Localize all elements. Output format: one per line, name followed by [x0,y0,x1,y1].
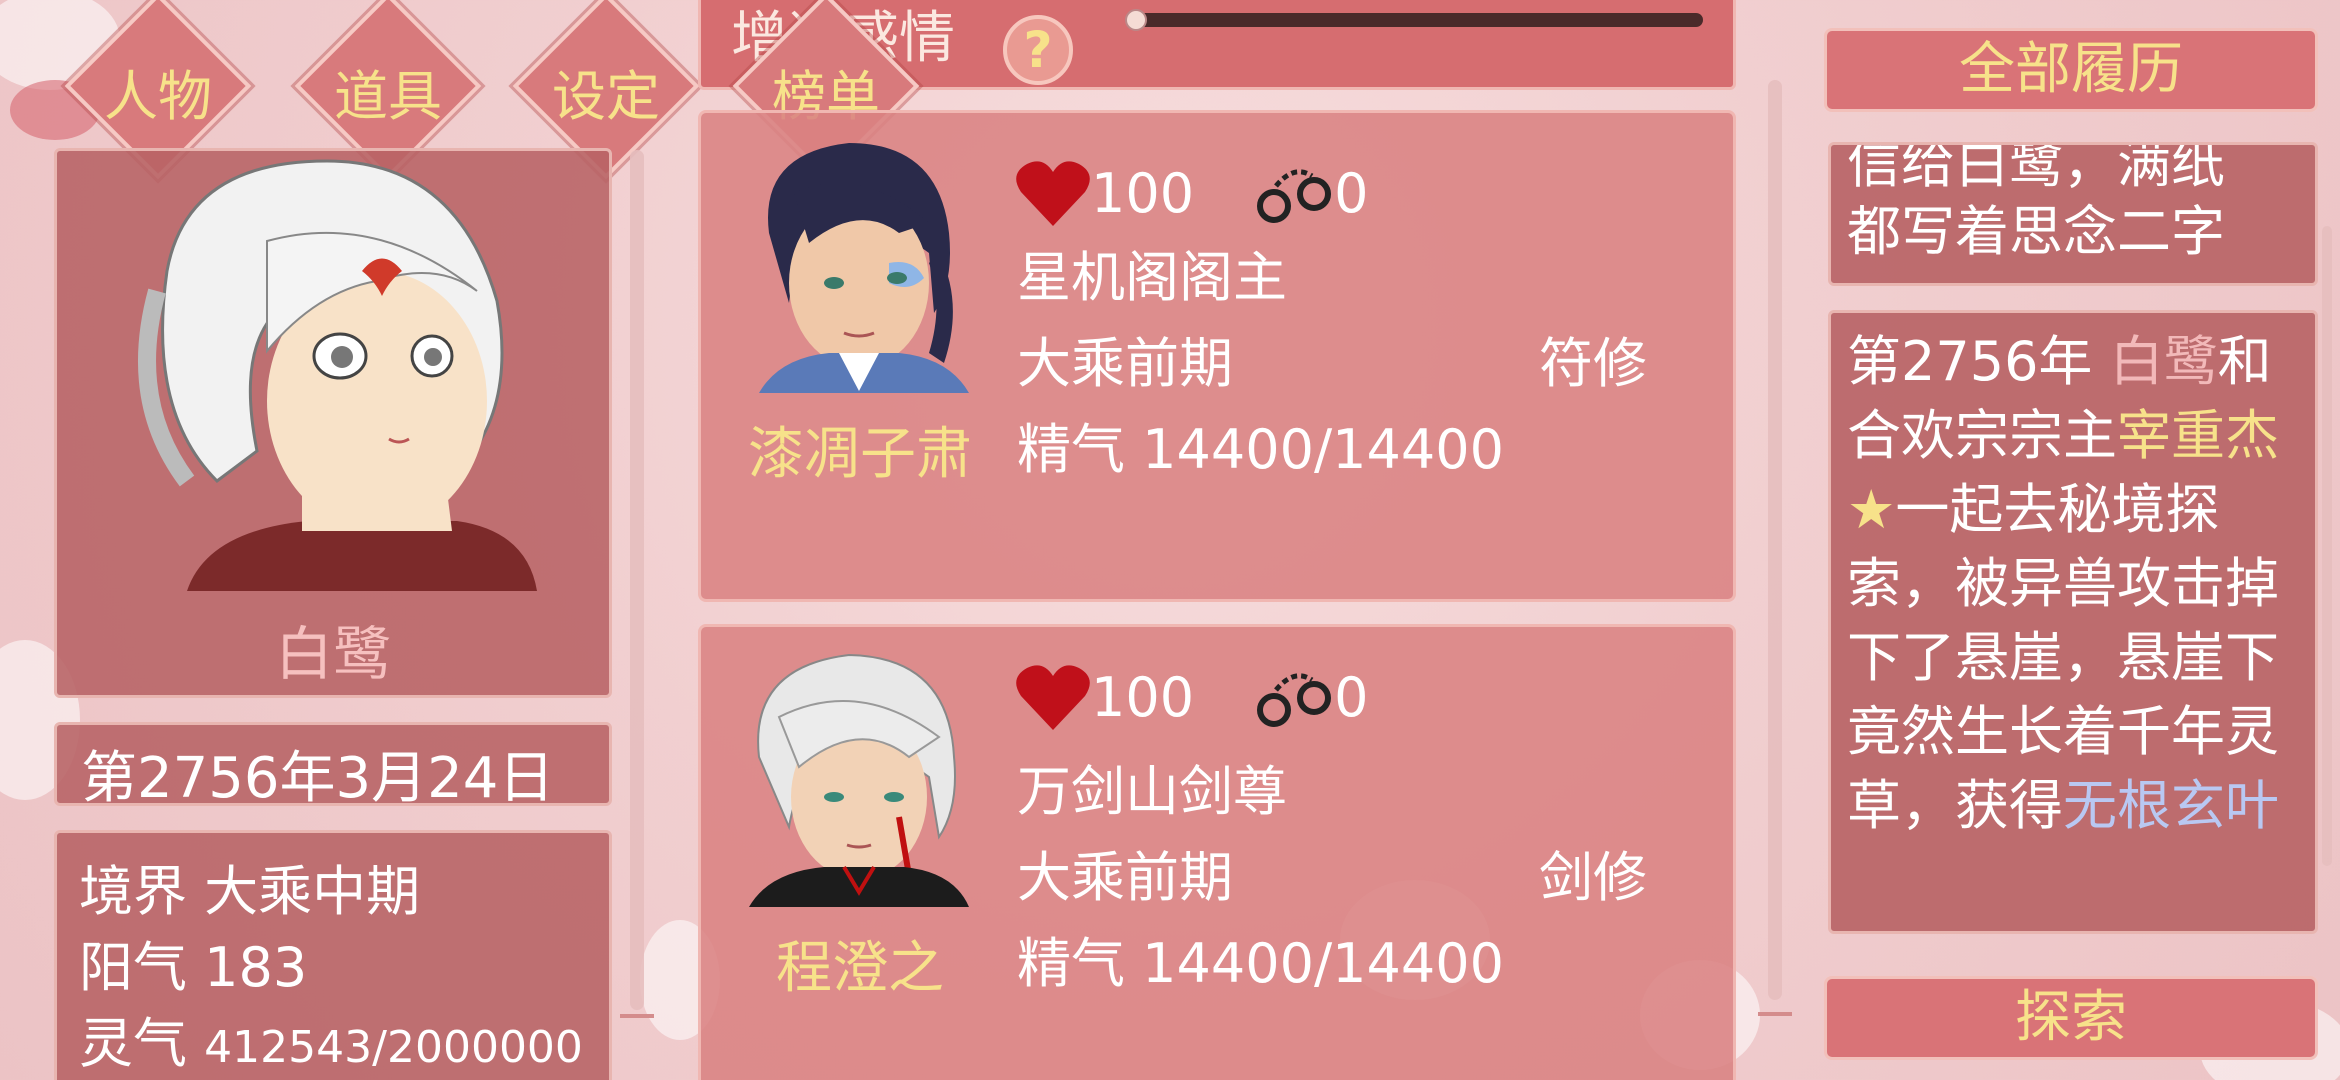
essence-label: 精气 [1017,932,1125,995]
realm-value: 大乘中期 [204,860,421,923]
yang-stat: 阳气 183 [79,923,307,1002]
center-scrollbar-cap-bottom [1758,1012,1792,1016]
essence-value: 14400/14400 [1142,418,1504,481]
menu-settings-label: 设定 [552,65,660,128]
yang-label: 阳气 [79,936,187,999]
menu-items-label: 道具 [334,65,442,128]
affection-progress-knob[interactable] [1125,9,1147,31]
log-entry: 第2756年 白鹭和合欢宗宗主宰重杰★一起去秘境探索，被异兽攻击掉下了悬崖，悬崖… [1828,310,2318,934]
game-date: 第2756年3月24日 [81,746,555,811]
character-portrait [749,653,969,907]
shackle-icon [1257,169,1332,223]
character-realm: 大乘前期 [1017,332,1233,395]
character-card[interactable]: 程澄之 100 0 万剑山剑尊 大乘前期 剑修 精气 14400/14400 [698,624,1736,1080]
log-item-name: 无根玄叶 [2063,774,2279,837]
player-portrait [138,159,537,591]
log-text: 第2756年 [1847,330,2110,393]
log-entry-line: 都写着思念二字 [1847,200,2225,263]
log-entry: 信给白鹭，满纸 都写着思念二字 [1828,142,2318,286]
essence-value: 14400/14400 [1142,932,1504,995]
character-title: 万剑山剑尊 [1017,760,1287,823]
essence-label: 精气 [1017,418,1125,481]
all-history-button[interactable]: 全部履历 [1824,28,2318,112]
left-scrollbar-cap-bottom [620,1014,654,1018]
character-essence: 精气 14400/14400 [1017,919,1504,998]
menu-characters-label: 人物 [104,65,212,128]
heart-value: 100 [1091,161,1195,225]
affinity-row: 100 0 [1015,153,1368,233]
realm-stat: 境界 大乘中期 [79,847,420,926]
character-realm: 大乘前期 [1017,846,1233,909]
player-stats-panel: 境界 大乘中期 阳气 183 灵气 412543/2000000 [54,830,612,1080]
heart-icon [1016,161,1090,226]
log-entry-text: 第2756年 白鹭和合欢宗宗主宰重杰★一起去秘境探索，被异兽攻击掉下了悬崖，悬崖… [1847,325,2303,843]
right-scrollbar[interactable] [2322,226,2332,866]
character-cultivation: 剑修 [1539,846,1647,909]
character-card[interactable]: 漆凋子肃 100 0 星机阁阁主 大乘前期 符修 精气 14400/14400 [698,110,1736,602]
log-entry-line: 信给白鹭，满纸 [1847,142,2225,195]
shackle-icon [1257,673,1332,727]
yang-value: 183 [204,936,308,999]
shackle-value: 0 [1334,665,1369,729]
center-scrollbar[interactable] [1768,80,1782,1000]
affinity-row: 100 0 [1015,657,1368,737]
qi-label: 灵气 [79,1012,187,1075]
qi-value: 412543/2000000 [204,1022,583,1073]
game-date-panel: 第2756年3月24日 [54,722,612,811]
explore-button[interactable]: 探索 [1824,976,2318,1060]
character-portrait [759,143,969,393]
character-title: 星机阁阁主 [1017,246,1287,309]
qi-stat: 灵气 412543/2000000 [79,999,583,1078]
help-button[interactable]: ? [1003,15,1073,85]
shackle-value: 0 [1334,161,1369,225]
affection-progress-bar[interactable] [1125,9,1703,31]
character-cultivation: 符修 [1539,332,1647,395]
character-name: 漆凋子肃 [748,422,972,487]
left-scrollbar[interactable] [630,150,644,1010]
heart-value: 100 [1091,665,1195,729]
player-portrait-panel: 白鹭 [54,148,612,698]
heart-icon [1016,665,1090,730]
character-essence: 精气 14400/14400 [1017,405,1504,484]
log-player-name: 白鹭 [2109,330,2218,393]
character-name: 程澄之 [776,936,944,1001]
realm-label: 境界 [79,860,187,923]
player-name: 白鹭 [274,620,391,688]
